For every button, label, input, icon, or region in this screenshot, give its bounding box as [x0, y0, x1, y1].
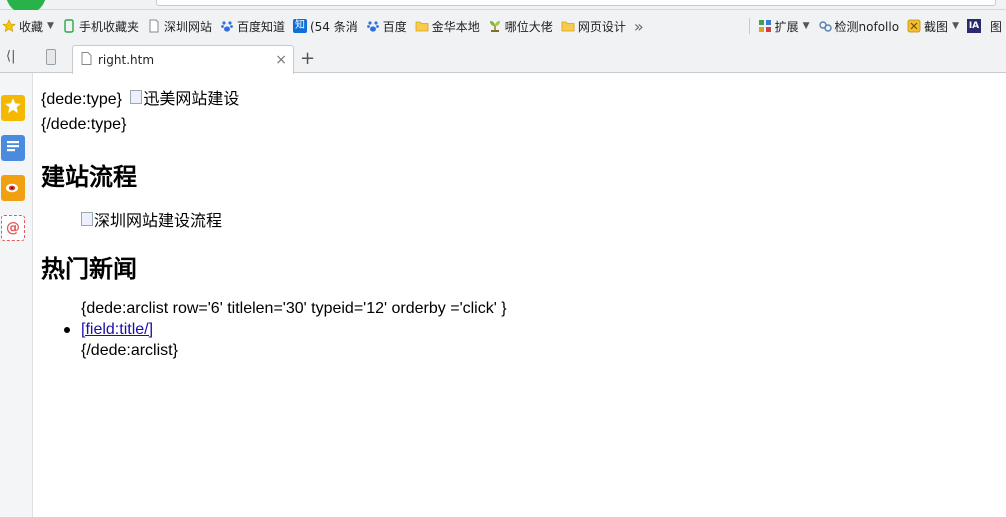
paw-icon: [366, 19, 380, 33]
image-alt-text: 深圳网站建设流程: [94, 213, 223, 230]
bookmarks-overflow-button[interactable]: »: [630, 14, 648, 38]
star-icon: [2, 19, 16, 33]
weibo-side-button[interactable]: [1, 175, 25, 201]
broken-image: 深圳网站建设流程: [81, 207, 222, 231]
back-icon[interactable]: ⟨|: [6, 49, 15, 64]
screenshot-icon: [907, 19, 921, 33]
weibo-icon: [4, 177, 22, 199]
type-open-line: {dede:type} 迅美网站建设: [41, 85, 239, 109]
chevron-down-icon[interactable]: ▼: [952, 21, 959, 31]
news-list-item: [field:title/]: [81, 321, 153, 339]
bookmark-label: 扩展: [774, 19, 799, 34]
at-mail-icon: @: [6, 220, 20, 236]
heading-hot-news: 热门新闻: [41, 255, 137, 283]
bookmark-label: 检测nofollo: [834, 19, 900, 34]
bookmarks-bar: 收藏 ▼ 手机收藏夹 深圳网站 百度知道 知 (54 条消 百度 金华本地 哪位…: [0, 10, 1006, 42]
chevron-down-icon[interactable]: ▼: [803, 21, 810, 31]
list-bullet: [64, 327, 70, 333]
ia-button[interactable]: IA 图: [963, 14, 1006, 38]
reading-side-button[interactable]: [1, 135, 25, 161]
bookmark-which-expert[interactable]: 哪位大佬: [484, 14, 557, 38]
bookmark-label: (54 条消: [309, 19, 358, 34]
screenshot-button[interactable]: 截图 ▼: [903, 14, 963, 38]
close-icon[interactable]: ×: [275, 52, 287, 68]
bookmark-zhihu[interactable]: 知 (54 条消: [289, 14, 362, 38]
favorites-side-button[interactable]: [1, 95, 25, 121]
arclist-close-line: {/dede:arclist}: [81, 342, 178, 359]
bookmark-label: 图: [989, 19, 1002, 34]
tab-title: right.htm: [98, 53, 155, 67]
heading-process: 建站流程: [41, 163, 137, 191]
link-icon: [818, 19, 832, 33]
top-chrome: [0, 0, 1006, 14]
extensions-button[interactable]: 扩展 ▼: [754, 14, 814, 38]
mail-side-button[interactable]: @: [1, 215, 25, 241]
tab-bar: ⟨| right.htm × +: [0, 42, 1006, 74]
bookmark-shenzhen-site[interactable]: 深圳网站: [143, 14, 216, 38]
paw-icon: [220, 19, 234, 33]
page-icon: [81, 52, 92, 68]
broken-image-icon: [130, 90, 143, 104]
bookmark-label: 百度: [382, 19, 407, 34]
bookmark-web-design[interactable]: 网页设计: [557, 14, 630, 38]
folder-icon: [561, 19, 575, 33]
nofollow-check-button[interactable]: 检测nofollo: [814, 14, 904, 38]
ia-icon: IA: [966, 19, 981, 33]
bookmark-label: 百度知道: [236, 19, 285, 34]
bookmark-baidu-zhidao[interactable]: 百度知道: [216, 14, 289, 38]
process-image: 深圳网站建设流程: [81, 207, 222, 231]
bookmark-label: 收藏: [19, 19, 44, 34]
page-icon: [147, 19, 161, 33]
new-tab-button[interactable]: +: [300, 48, 315, 69]
folder-icon: [415, 19, 429, 33]
bookmark-mobile-favorites[interactable]: 手机收藏夹: [58, 14, 143, 38]
list-icon: [4, 137, 22, 159]
more-icon: »: [633, 16, 644, 36]
extension-icon: [758, 19, 772, 33]
tab-right-htm[interactable]: right.htm ×: [72, 45, 294, 74]
broken-image: 迅美网站建设: [130, 85, 239, 109]
bookmark-baidu[interactable]: 百度: [362, 14, 411, 38]
bookmark-label: 哪位大佬: [504, 19, 553, 34]
template-tag: {dede:type}: [41, 91, 122, 108]
chevron-down-icon[interactable]: ▼: [47, 21, 54, 31]
type-close-line: {/dede:type}: [41, 116, 127, 133]
image-alt-text: 迅美网站建设: [143, 91, 240, 108]
address-bar[interactable]: [156, 0, 996, 6]
toolbar-divider: [748, 18, 750, 34]
broken-image-icon: [81, 212, 93, 226]
bookmark-label: 金华本地: [431, 19, 480, 34]
bookmark-label: 深圳网站: [163, 19, 212, 34]
side-panel: @: [0, 73, 33, 517]
bookmark-jinhua-local[interactable]: 金华本地: [411, 14, 484, 38]
phone-icon: [62, 19, 76, 33]
bookmark-label: 网页设计: [577, 19, 626, 34]
page-content: {dede:type} 迅美网站建设 {/dede:type} 建站流程 深圳网…: [40, 73, 1000, 517]
star-icon: [4, 97, 22, 119]
bookmark-label: 手机收藏夹: [78, 19, 139, 34]
bookmark-label: 截图: [924, 19, 949, 34]
device-icon[interactable]: [46, 49, 56, 65]
zhihu-icon: 知: [292, 19, 307, 33]
arclist-open-line: {dede:arclist row='6' titlelen='30' type…: [81, 300, 507, 317]
bookmark-favorites[interactable]: 收藏 ▼: [0, 14, 58, 38]
plant-icon: [488, 19, 502, 33]
news-title-link[interactable]: [field:title/]: [81, 321, 153, 338]
